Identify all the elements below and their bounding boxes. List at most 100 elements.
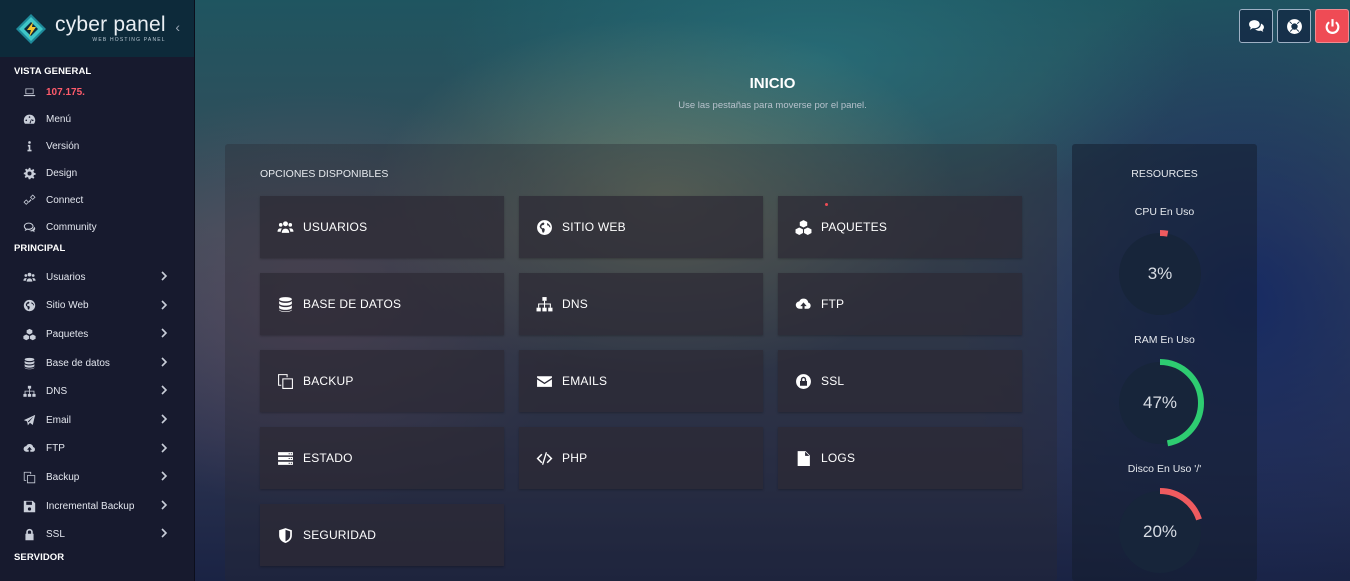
top-toolbar [1239,9,1349,43]
gauge-label-ram: RAM En Uso [1134,334,1195,346]
chevron-right-icon [160,471,168,481]
chevron-right-icon [160,300,168,310]
sidebar-item-label: Sitio Web [46,300,89,312]
sidebar-item-backup[interactable]: Backup [0,463,194,492]
option-card-usuarios[interactable]: USUARIOS [260,196,504,258]
option-card-label: ESTADO [303,451,353,465]
option-card-estado[interactable]: ESTADO [260,427,504,489]
gauge-disk: 20% [1114,486,1206,578]
chevron-right-icon [160,414,168,424]
option-card-label: SEGURIDAD [303,528,377,542]
sidebar-item-base-de-datos[interactable]: Base de datos [0,349,194,378]
option-card-label: EMAILS [562,374,608,388]
notification-dot [825,203,828,206]
sidebar-item-label: 107.175. [46,87,85,98]
save-icon [21,499,37,513]
option-card-label: LOGS [821,451,856,465]
resources-title: RESOURCES [1131,168,1198,180]
option-card-base-de-datos[interactable]: BASE DE DATOS [260,273,504,335]
brand-subtitle: WEB HOSTING PANEL [92,37,166,43]
sidebar: cyber panel WEB HOSTING PANEL ‹ VISTA GE… [0,0,195,581]
gauge-value-disk: 20% [1142,522,1178,541]
sidebar-item-label: Community [46,222,97,233]
sidebar-item-ssl[interactable]: SSL [0,520,194,549]
sidebar-item-label: Base de datos [46,357,110,369]
chevron-right-icon [160,500,168,510]
options-title: OPCIONES DISPONIBLES [260,168,389,180]
support-button[interactable] [1277,9,1311,43]
copy-icon [21,470,37,484]
sidebar-item-label: Connect [46,195,84,206]
option-card-sitio-web[interactable]: SITIO WEB [519,196,763,258]
paper-plane-icon [21,413,37,427]
option-card-ssl[interactable]: SSL [778,350,1022,412]
cubes-icon [21,327,37,341]
cloud-upload-icon [794,295,812,313]
envelope-icon [535,372,553,390]
sidebar-item-usuarios[interactable]: Usuarios [0,263,194,292]
sidebar-item-design[interactable]: Design [0,160,194,187]
laptop-icon [21,86,37,100]
sidebar-item-ip[interactable]: 107.175. [0,79,194,106]
globe-icon [21,299,37,313]
logout-button[interactable] [1315,9,1349,43]
options-panel: OPCIONES DISPONIBLES USUARIOS SITIO WEB … [225,144,1057,581]
option-card-logs[interactable]: LOGS [778,427,1022,489]
sidebar-item-label: Incremental Backup [46,500,135,512]
users-icon [21,270,37,284]
shield-icon [276,526,294,544]
users-icon [276,218,294,236]
life-ring-icon [1286,18,1302,34]
option-card-emails[interactable]: EMAILS [519,350,763,412]
sidebar-item-connect[interactable]: Connect [0,187,194,214]
sidebar-item-label: Paquetes [46,328,89,340]
option-card-label: BASE DE DATOS [303,297,402,311]
sidebar-item-sitio-web[interactable]: Sitio Web [0,292,194,321]
sidebar-item-email[interactable]: Email [0,406,194,435]
gear-icon [21,167,37,181]
option-card-dns[interactable]: DNS [519,273,763,335]
info-icon [21,140,37,154]
sidebar-item-incremental-backup[interactable]: Incremental Backup [0,492,194,521]
brand[interactable]: cyber panel WEB HOSTING PANEL ‹ [0,0,194,57]
sidebar-item-paquetes[interactable]: Paquetes [0,320,194,349]
cubes-icon [794,218,812,236]
option-card-php[interactable]: PHP [519,427,763,489]
option-card-seguridad[interactable]: SEGURIDAD [260,504,504,566]
gauge-label-disk: Disco En Uso '/' [1127,463,1202,475]
sidebar-item-version[interactable]: Versión [0,133,194,160]
sidebar-item-community[interactable]: Community [0,214,194,241]
sidebar-item-ftp[interactable]: FTP [0,435,194,464]
sidebar-item-label: Backup [46,471,80,483]
gauge-cpu: 3% [1114,228,1206,320]
section-title-server: SERVIDOR [14,551,65,563]
sidebar-item-dns[interactable]: DNS [0,377,194,406]
option-card-backup[interactable]: BACKUP [260,350,504,412]
power-icon [1325,18,1339,34]
sidebar-item-menu[interactable]: Menú [0,106,194,133]
dashboard-icon [21,113,37,127]
copy-icon [276,372,294,390]
server-icon [276,449,294,467]
gauge-ram: 47% [1114,357,1206,449]
comments-icon [21,221,37,235]
sidebar-item-label: FTP [46,443,65,455]
database-icon [276,295,294,313]
gauge-value-cpu: 3% [1147,264,1173,283]
file-icon [794,449,812,467]
option-card-ftp[interactable]: FTP [778,273,1022,335]
sidebar-item-label: Menú [46,114,72,125]
lock-icon [21,528,37,542]
collapse-sidebar-button[interactable]: ‹ [175,19,180,35]
option-card-label: BACKUP [303,374,354,388]
sidebar-item-label: DNS [46,386,68,398]
option-card-label: PHP [562,451,588,465]
chat-button[interactable] [1239,9,1273,43]
link-icon [21,194,37,208]
sidebar-item-label: Email [46,414,72,426]
sidebar-item-label: Design [46,168,78,179]
option-card-paquetes[interactable]: PAQUETES [778,196,1022,258]
chevron-right-icon [160,328,168,338]
chevron-right-icon [160,528,168,538]
cloud-upload-icon [21,442,37,456]
